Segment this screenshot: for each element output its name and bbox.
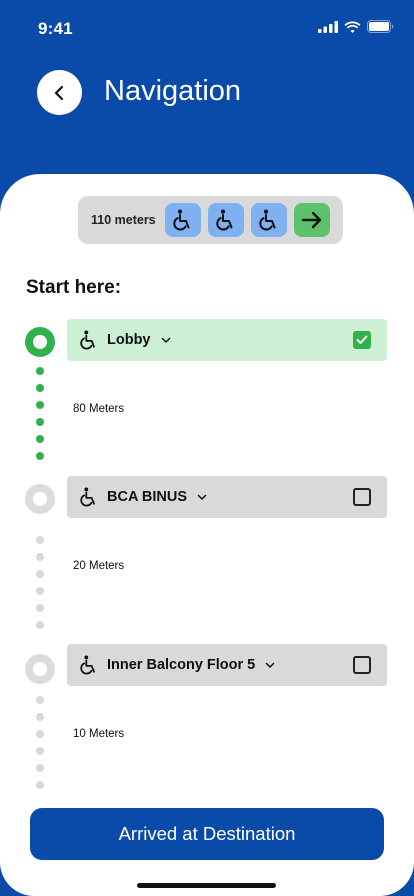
header: Navigation — [0, 66, 414, 126]
route-dots — [36, 536, 44, 638]
chevron-left-icon — [54, 85, 63, 100]
route-dots — [36, 696, 44, 798]
step-checkbox[interactable] — [353, 488, 371, 506]
wheelchair-icon — [80, 655, 95, 675]
status-bar: 9:41 — [0, 0, 414, 56]
step-card-bca-binus[interactable]: BCA BINUS — [67, 476, 387, 518]
wheelchair-icon — [259, 209, 276, 231]
status-icons — [318, 20, 394, 33]
start-label: Start here: — [26, 277, 122, 298]
chevron-down-icon[interactable] — [161, 337, 171, 344]
total-distance: 110 meters — [91, 213, 156, 227]
wheelchair-icon — [80, 330, 95, 350]
wheelchair-icon — [216, 209, 233, 231]
wifi-icon — [344, 21, 361, 33]
step-card-inner-balcony[interactable]: Inner Balcony Floor 5 — [67, 644, 387, 686]
status-time: 9:41 — [38, 19, 73, 38]
arrow-right-icon — [301, 211, 321, 229]
wheelchair-chip[interactable] — [250, 203, 287, 237]
checkmark-icon — [356, 335, 368, 344]
step-checkbox[interactable] — [353, 331, 371, 349]
step-name: BCA BINUS — [107, 489, 188, 505]
step-node-completed — [25, 327, 55, 357]
leg-distance: 80 Meters — [73, 403, 125, 415]
go-chip[interactable] — [293, 203, 330, 237]
wheelchair-icon — [80, 487, 95, 507]
wheelchair-chip[interactable] — [164, 203, 201, 237]
home-indicator — [137, 883, 276, 888]
phone-screen: 9:41 Navigation 110 meters Start here: L… — [0, 0, 414, 896]
leg-distance: 10 Meters — [73, 728, 125, 740]
step-node-pending — [25, 484, 55, 514]
page-title: Navigation — [104, 75, 242, 107]
arrived-button[interactable]: Arrived at Destination — [30, 808, 384, 860]
step-card-lobby[interactable]: Lobby — [67, 319, 387, 361]
step-node-pending — [25, 654, 55, 684]
route-summary: 110 meters — [78, 196, 343, 244]
signal-icon — [318, 20, 338, 33]
step-checkbox[interactable] — [353, 656, 371, 674]
route-dots — [36, 367, 44, 469]
step-name: Inner Balcony Floor 5 — [107, 657, 256, 673]
leg-distance: 20 Meters — [73, 560, 125, 572]
route-sheet: 110 meters Start here: Lobby 80 Meters B… — [0, 174, 414, 896]
battery-icon — [367, 20, 394, 33]
chevron-down-icon[interactable] — [265, 662, 275, 669]
wheelchair-icon — [173, 209, 190, 231]
wheelchair-chip[interactable] — [207, 203, 244, 237]
chevron-down-icon[interactable] — [197, 494, 207, 501]
back-button[interactable] — [37, 70, 82, 115]
step-name: Lobby — [107, 332, 151, 348]
